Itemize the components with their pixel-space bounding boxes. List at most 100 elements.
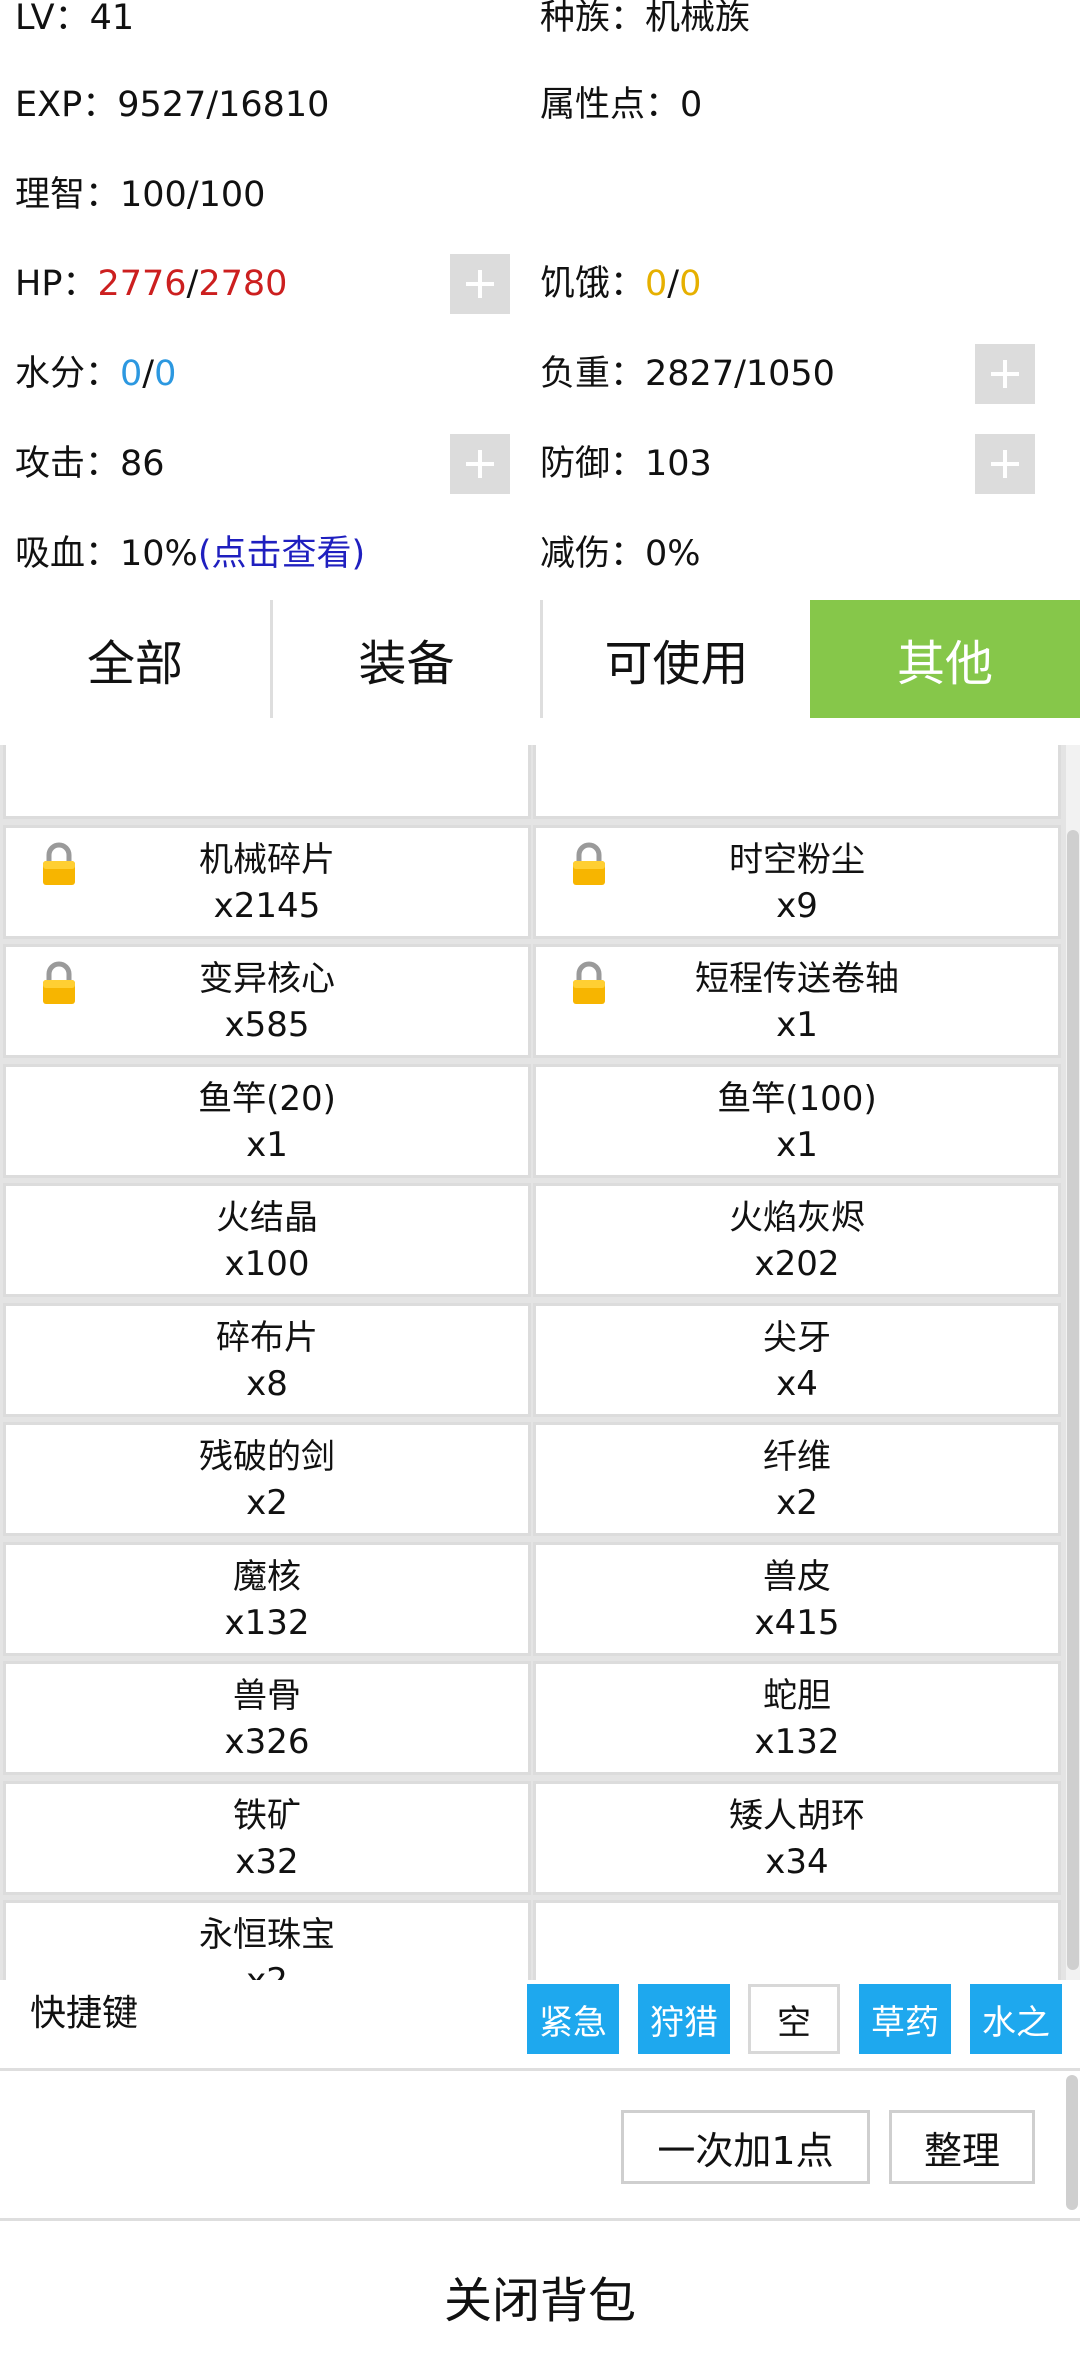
item-name: 尖牙	[763, 1318, 831, 1358]
inventory-item[interactable]: 碎布片 x8	[3, 1303, 531, 1417]
inventory-item[interactable]: 时空粉尘 x9	[533, 825, 1061, 939]
item-quantity: x326	[224, 1722, 310, 1762]
inventory-item[interactable]: 残破的剑 x2	[3, 1422, 531, 1536]
item-name: 矮人胡环	[729, 1796, 865, 1836]
action-scrollbar[interactable]	[1066, 2075, 1078, 2210]
item-quantity: x2	[246, 1483, 288, 1523]
inventory-item[interactable]: 火结晶 x100	[3, 1183, 531, 1297]
inventory-item[interactable]: 蛇胆 x132	[533, 1661, 1061, 1775]
water-sep: /	[142, 354, 155, 394]
shortcut-bar: 快捷键 紧急 狩猎 空 草药 水之	[0, 1982, 1080, 2067]
stat-attack: 攻击：86	[15, 442, 165, 486]
item-quantity: x2	[776, 1483, 818, 1523]
inventory-item[interactable]: 永恒珠宝 x2	[3, 1900, 531, 1980]
inventory-grid[interactable]: x1x1机械碎片x2145时空粉尘x9变异核心x585短程传送卷轴x1鱼竿(20…	[0, 745, 1066, 1980]
close-backpack-button[interactable]: 关闭背包	[0, 2222, 1080, 2370]
stat-hunger: 饥饿：0/0	[540, 262, 701, 306]
lifesteal-value: 10%	[120, 534, 198, 574]
shortcut-herb-button[interactable]: 草药	[859, 1984, 951, 2054]
shortcut-hunting-button[interactable]: 狩猎	[638, 1984, 730, 2054]
shortcut-empty-label: 空	[777, 2002, 811, 2043]
inventory-item[interactable]: 变异核心 x585	[3, 944, 531, 1058]
hunger-max: 0	[679, 264, 702, 304]
stat-hp: HP：2776/2780	[15, 262, 287, 306]
lifesteal-label: 吸血：	[15, 534, 121, 574]
lifesteal-details-link[interactable]: (点击查看)	[198, 534, 365, 574]
attr-points-value: 0	[680, 85, 703, 125]
load-plus-button[interactable]	[975, 344, 1035, 404]
inventory-item[interactable]: 铁矿 x32	[3, 1781, 531, 1895]
inventory-item[interactable]: 机械碎片 x2145	[3, 825, 531, 939]
shortcut-empty-button[interactable]: 空	[748, 1984, 840, 2054]
hp-label: HP：	[15, 264, 98, 304]
item-quantity: x202	[754, 1244, 840, 1284]
tab-usable-label: 可使用	[604, 636, 749, 692]
sanity-value: 100/100	[120, 175, 266, 215]
defense-label: 防御：	[540, 444, 646, 484]
inventory-item[interactable]: 纤维 x2	[533, 1422, 1061, 1536]
inventory-item[interactable]: 尖牙 x4	[533, 1303, 1061, 1417]
item-quantity: x2145	[213, 886, 321, 926]
stat-defense: 防御：103	[540, 442, 712, 486]
item-quantity: x132	[224, 1603, 310, 1643]
action-bar: 一次加1点 整理	[0, 2072, 1080, 2218]
hp-plus-button[interactable]	[450, 254, 510, 314]
item-quantity: x1	[776, 1125, 818, 1165]
inventory-item[interactable]: 魔核 x132	[3, 1542, 531, 1656]
shortcut-water-button[interactable]: 水之	[970, 1984, 1062, 2054]
hunger-sep: /	[667, 264, 680, 304]
close-backpack-label: 关闭背包	[443, 2273, 636, 2329]
inventory-item[interactable]: 兽皮 x415	[533, 1542, 1061, 1656]
inventory-item[interactable]: 火焰灰烬 x202	[533, 1183, 1061, 1297]
shortcut-emergency-label: 紧急	[539, 2002, 607, 2043]
tab-equipment[interactable]: 装备	[270, 600, 540, 718]
inventory-scrollbar[interactable]	[1067, 830, 1079, 1970]
shortcut-hunting-label: 狩猎	[650, 2002, 718, 2043]
add-one-point-button[interactable]: 一次加1点	[621, 2110, 870, 2184]
inventory-item[interactable]: x1	[3, 745, 531, 819]
inventory-item[interactable]: x1	[533, 745, 1061, 819]
hp-max: 2780	[198, 264, 288, 304]
item-name: 兽皮	[763, 1557, 831, 1597]
tab-all[interactable]: 全部	[0, 600, 270, 718]
sort-button[interactable]: 整理	[889, 2110, 1035, 2184]
item-name: 碎布片	[216, 1318, 318, 1358]
item-name: 兽骨	[233, 1676, 301, 1716]
hp-current: 2776	[97, 264, 187, 304]
water-current: 0	[120, 354, 143, 394]
tab-all-label: 全部	[86, 636, 183, 692]
tab-usable[interactable]: 可使用	[540, 600, 810, 718]
item-name: 纤维	[763, 1437, 831, 1477]
tab-other[interactable]: 其他	[810, 600, 1080, 718]
item-name: 鱼竿(100)	[717, 1079, 877, 1119]
item-quantity: x2	[6, 1959, 528, 1980]
plus-icon	[991, 450, 1019, 478]
attack-plus-button[interactable]	[450, 434, 510, 494]
race-value: 机械族	[645, 0, 751, 38]
exp-value: 9527/16810	[117, 85, 330, 125]
water-max: 0	[154, 354, 177, 394]
lv-label: LV：	[15, 0, 90, 38]
inventory-item[interactable]: 鱼竿(100) x1	[533, 1064, 1061, 1178]
item-quantity: x1	[246, 1125, 288, 1165]
item-name: 铁矿	[233, 1796, 301, 1836]
item-name: 火结晶	[216, 1198, 318, 1238]
item-quantity: x32	[235, 1842, 299, 1882]
inventory-item[interactable]: 矮人胡环 x34	[533, 1781, 1061, 1895]
attack-label: 攻击：	[15, 444, 121, 484]
race-label: 种族：	[540, 0, 646, 38]
plus-icon	[466, 270, 494, 298]
category-tabs: 全部 装备 可使用 其他	[0, 600, 1080, 1322]
defense-plus-button[interactable]	[975, 434, 1035, 494]
inventory-item[interactable]: 兽骨 x326	[3, 1661, 531, 1775]
shortcut-emergency-button[interactable]: 紧急	[527, 1984, 619, 2054]
inventory-item[interactable]: 鱼竿(20) x1	[3, 1064, 531, 1178]
item-quantity: x100	[224, 1244, 310, 1284]
plus-icon	[466, 450, 494, 478]
load-label: 负重：	[540, 354, 646, 394]
action-divider	[0, 2218, 1080, 2221]
defense-value: 103	[645, 444, 712, 484]
shortcut-label: 快捷键	[30, 1993, 139, 2034]
inventory-item[interactable]: 短程传送卷轴 x1	[533, 944, 1061, 1058]
stat-damage-reduction: 减伤：0%	[540, 532, 701, 576]
